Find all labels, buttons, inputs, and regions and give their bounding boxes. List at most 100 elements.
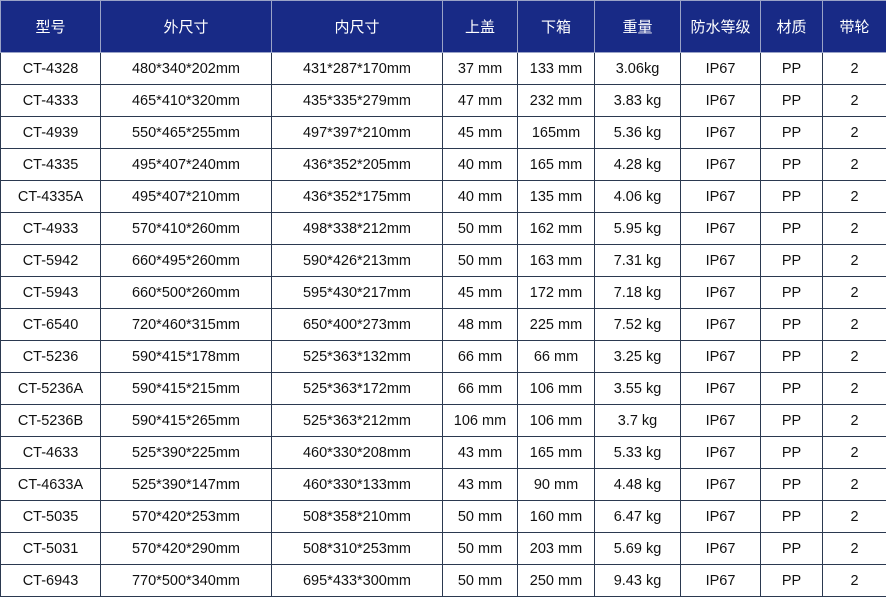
cell-col-lid-depth: 37 mm — [442, 52, 518, 85]
table-row: CT-4633A 525*390*147mm 460*330*133mm 43 mm 9… — [0, 468, 886, 501]
cell-col-base-depth: 133 mm — [517, 52, 595, 85]
header-col-inner-size: 内尺寸 — [271, 0, 443, 53]
cell-col-inner-size: 695*433*300mm — [271, 564, 443, 597]
cell-col-wheels: 2 — [822, 532, 886, 565]
cell-col-outer-size: 495*407*240mm — [100, 148, 272, 181]
cell-col-base-depth: 160 mm — [517, 500, 595, 533]
cell-col-model: CT-4633A — [0, 468, 101, 501]
cell-col-base-depth: 250 mm — [517, 564, 595, 597]
cell-col-lid-depth: 40 mm — [442, 148, 518, 181]
header-col-model: 型号 — [0, 0, 101, 53]
cell-col-weight: 3.83 kg — [594, 84, 681, 117]
cell-col-inner-size: 431*287*170mm — [271, 52, 443, 85]
cell-col-lid-depth: 66 mm — [442, 372, 518, 405]
cell-col-material: PP — [760, 116, 823, 149]
cell-col-lid-depth: 50 mm — [442, 564, 518, 597]
cell-col-lid-depth: 43 mm — [442, 468, 518, 501]
cell-col-waterproof-rating: IP67 — [680, 84, 761, 117]
table-row: CT-6540 720*460*315mm 650*400*273mm 48 mm 22… — [0, 308, 886, 341]
table-row: CT-5035 570*420*253mm 508*358*210mm 50 mm 16… — [0, 500, 886, 533]
cell-col-lid-depth: 50 mm — [442, 500, 518, 533]
cell-col-material: PP — [760, 52, 823, 85]
cell-col-weight: 5.33 kg — [594, 436, 681, 469]
cell-col-base-depth: 66 mm — [517, 340, 595, 373]
cell-col-base-depth: 232 mm — [517, 84, 595, 117]
cell-col-weight: 4.48 kg — [594, 468, 681, 501]
cell-col-waterproof-rating: IP67 — [680, 500, 761, 533]
cell-col-lid-depth: 50 mm — [442, 212, 518, 245]
cell-col-base-depth: 165 mm — [517, 148, 595, 181]
cell-col-weight: 6.47 kg — [594, 500, 681, 533]
cell-col-lid-depth: 43 mm — [442, 436, 518, 469]
header-col-weight: 重量 — [594, 0, 681, 53]
cell-col-base-depth: 135 mm — [517, 180, 595, 213]
spec-table: 型号 外尺寸 内尺寸 上盖 下箱 重量 防水等级 材质 带轮 CT-4328 480*340*20… — [0, 0, 886, 597]
cell-col-wheels: 2 — [822, 116, 886, 149]
cell-col-wheels: 2 — [822, 500, 886, 533]
cell-col-material: PP — [760, 532, 823, 565]
cell-col-wheels: 2 — [822, 212, 886, 245]
cell-col-weight: 7.18 kg — [594, 276, 681, 309]
table-row: CT-4328 480*340*202mm 431*287*170mm 37 mm 13… — [0, 52, 886, 85]
table-row: CT-4333 465*410*320mm 435*335*279mm 47 mm 23… — [0, 84, 886, 117]
cell-col-inner-size: 460*330*208mm — [271, 436, 443, 469]
cell-col-model: CT-5943 — [0, 276, 101, 309]
header-col-material: 材质 — [760, 0, 823, 53]
cell-col-base-depth: 163 mm — [517, 244, 595, 277]
cell-col-material: PP — [760, 212, 823, 245]
cell-col-lid-depth: 45 mm — [442, 116, 518, 149]
cell-col-material: PP — [760, 84, 823, 117]
cell-col-waterproof-rating: IP67 — [680, 180, 761, 213]
header-col-outer-size: 外尺寸 — [100, 0, 272, 53]
cell-col-lid-depth: 50 mm — [442, 532, 518, 565]
cell-col-model: CT-4328 — [0, 52, 101, 85]
table-row: CT-4335 495*407*240mm 436*352*205mm 40 mm 16… — [0, 148, 886, 181]
table-body: CT-4328 480*340*202mm 431*287*170mm 37 mm 13… — [0, 52, 886, 597]
cell-col-wheels: 2 — [822, 276, 886, 309]
cell-col-weight: 7.52 kg — [594, 308, 681, 341]
cell-col-inner-size: 650*400*273mm — [271, 308, 443, 341]
cell-col-waterproof-rating: IP67 — [680, 276, 761, 309]
cell-col-outer-size: 590*415*215mm — [100, 372, 272, 405]
cell-col-weight: 5.36 kg — [594, 116, 681, 149]
cell-col-model: CT-5031 — [0, 532, 101, 565]
cell-col-material: PP — [760, 372, 823, 405]
cell-col-wheels: 2 — [822, 180, 886, 213]
cell-col-model: CT-5236 — [0, 340, 101, 373]
cell-col-wheels: 2 — [822, 244, 886, 277]
cell-col-wheels: 2 — [822, 84, 886, 117]
cell-col-lid-depth: 106 mm — [442, 404, 518, 437]
cell-col-waterproof-rating: IP67 — [680, 468, 761, 501]
cell-col-waterproof-rating: IP67 — [680, 372, 761, 405]
cell-col-material: PP — [760, 436, 823, 469]
cell-col-wheels: 2 — [822, 148, 886, 181]
cell-col-inner-size: 590*426*213mm — [271, 244, 443, 277]
cell-col-inner-size: 436*352*205mm — [271, 148, 443, 181]
table-row: CT-4933 570*410*260mm 498*338*212mm 50 mm 16… — [0, 212, 886, 245]
cell-col-waterproof-rating: IP67 — [680, 532, 761, 565]
cell-col-outer-size: 480*340*202mm — [100, 52, 272, 85]
cell-col-wheels: 2 — [822, 404, 886, 437]
cell-col-base-depth: 106 mm — [517, 372, 595, 405]
table-row: CT-5236B 590*415*265mm 525*363*212mm 106 mm… — [0, 404, 886, 437]
cell-col-outer-size: 570*410*260mm — [100, 212, 272, 245]
cell-col-weight: 3.55 kg — [594, 372, 681, 405]
header-col-waterproof-rating: 防水等级 — [680, 0, 761, 53]
cell-col-lid-depth: 47 mm — [442, 84, 518, 117]
cell-col-weight: 5.95 kg — [594, 212, 681, 245]
cell-col-model: CT-4939 — [0, 116, 101, 149]
cell-col-waterproof-rating: IP67 — [680, 404, 761, 437]
cell-col-base-depth: 225 mm — [517, 308, 595, 341]
cell-col-weight: 3.25 kg — [594, 340, 681, 373]
cell-col-outer-size: 590*415*178mm — [100, 340, 272, 373]
cell-col-wheels: 2 — [822, 468, 886, 501]
cell-col-model: CT-4333 — [0, 84, 101, 117]
cell-col-wheels: 2 — [822, 564, 886, 597]
cell-col-outer-size: 550*465*255mm — [100, 116, 272, 149]
table-row: CT-5031 570*420*290mm 508*310*253mm 50 mm 20… — [0, 532, 886, 565]
cell-col-inner-size: 525*363*212mm — [271, 404, 443, 437]
cell-col-lid-depth: 48 mm — [442, 308, 518, 341]
cell-col-material: PP — [760, 468, 823, 501]
cell-col-waterproof-rating: IP67 — [680, 148, 761, 181]
cell-col-material: PP — [760, 308, 823, 341]
